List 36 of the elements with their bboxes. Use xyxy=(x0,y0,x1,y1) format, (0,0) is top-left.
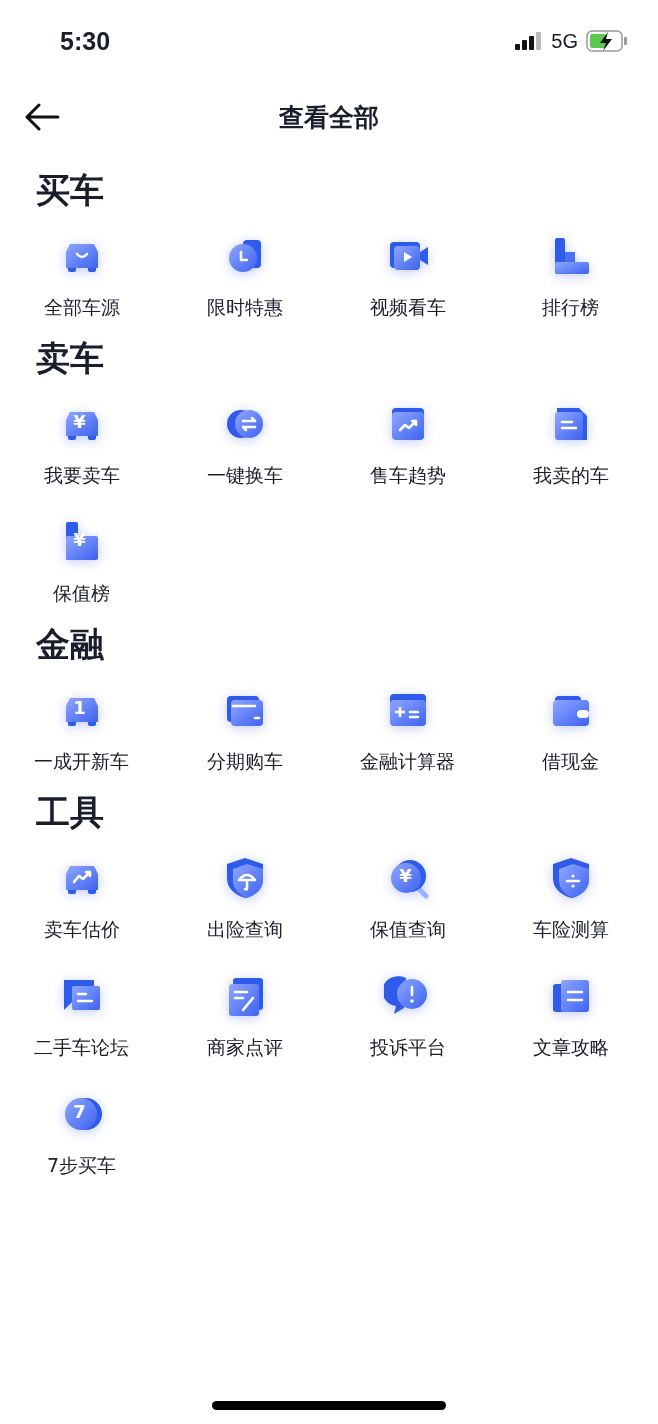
menu-item-label[interactable]: 二手车论坛 xyxy=(34,1034,129,1060)
menu-item-label[interactable]: 我卖的车 xyxy=(532,462,609,488)
page-title: 查看全部 xyxy=(279,101,379,134)
icon-symbol: ¥ xyxy=(398,866,413,886)
menu-item-label[interactable]: 7步买车 xyxy=(46,1152,117,1178)
menu-item-label[interactable]: 保值查询 xyxy=(369,916,446,942)
network-type: 5G xyxy=(551,29,578,53)
menu-item-label[interactable]: 卖车估价 xyxy=(43,916,120,942)
back-button[interactable] xyxy=(24,102,60,132)
menu-item-label[interactable]: 借现金 xyxy=(542,748,599,774)
clock-time: 5:30 xyxy=(60,26,111,56)
menu-item-label[interactable]: 投诉平台 xyxy=(369,1034,446,1060)
menu-item-label[interactable]: 一键换车 xyxy=(206,462,283,488)
icon-symbol: 7 xyxy=(72,1102,87,1122)
menu-item-label[interactable]: 排行榜 xyxy=(542,294,599,320)
icon-symbol: ¥ xyxy=(72,412,87,432)
signal-icon xyxy=(515,32,544,50)
section-title: 买车 xyxy=(36,169,105,212)
menu-item-label[interactable]: 一成开新车 xyxy=(34,748,129,774)
menu-item-label[interactable]: 车险测算 xyxy=(532,916,609,942)
menu-item-label[interactable]: 视频看车 xyxy=(369,294,446,320)
menu-item-label[interactable]: 售车趋势 xyxy=(369,462,446,488)
menu-item-label[interactable]: 限时特惠 xyxy=(206,294,283,320)
menu-item-label[interactable]: 出险查询 xyxy=(206,916,283,942)
menu-item-label[interactable]: 金融计算器 xyxy=(360,748,455,774)
menu-item-label[interactable]: 全部车源 xyxy=(43,294,120,320)
menu-item-label[interactable]: 文章攻略 xyxy=(532,1034,609,1060)
icon-symbol: 1 xyxy=(72,698,87,718)
menu-item-label[interactable]: 我要卖车 xyxy=(43,462,120,488)
section-title: 卖车 xyxy=(36,337,105,380)
section-title: 工具 xyxy=(36,791,105,834)
battery-icon xyxy=(586,30,628,52)
menu-item-label[interactable]: 保值榜 xyxy=(53,580,110,606)
menu-item-label[interactable]: 分期购车 xyxy=(206,748,283,774)
section-title: 金融 xyxy=(36,623,105,666)
menu-item-label[interactable]: 商家点评 xyxy=(206,1034,283,1060)
